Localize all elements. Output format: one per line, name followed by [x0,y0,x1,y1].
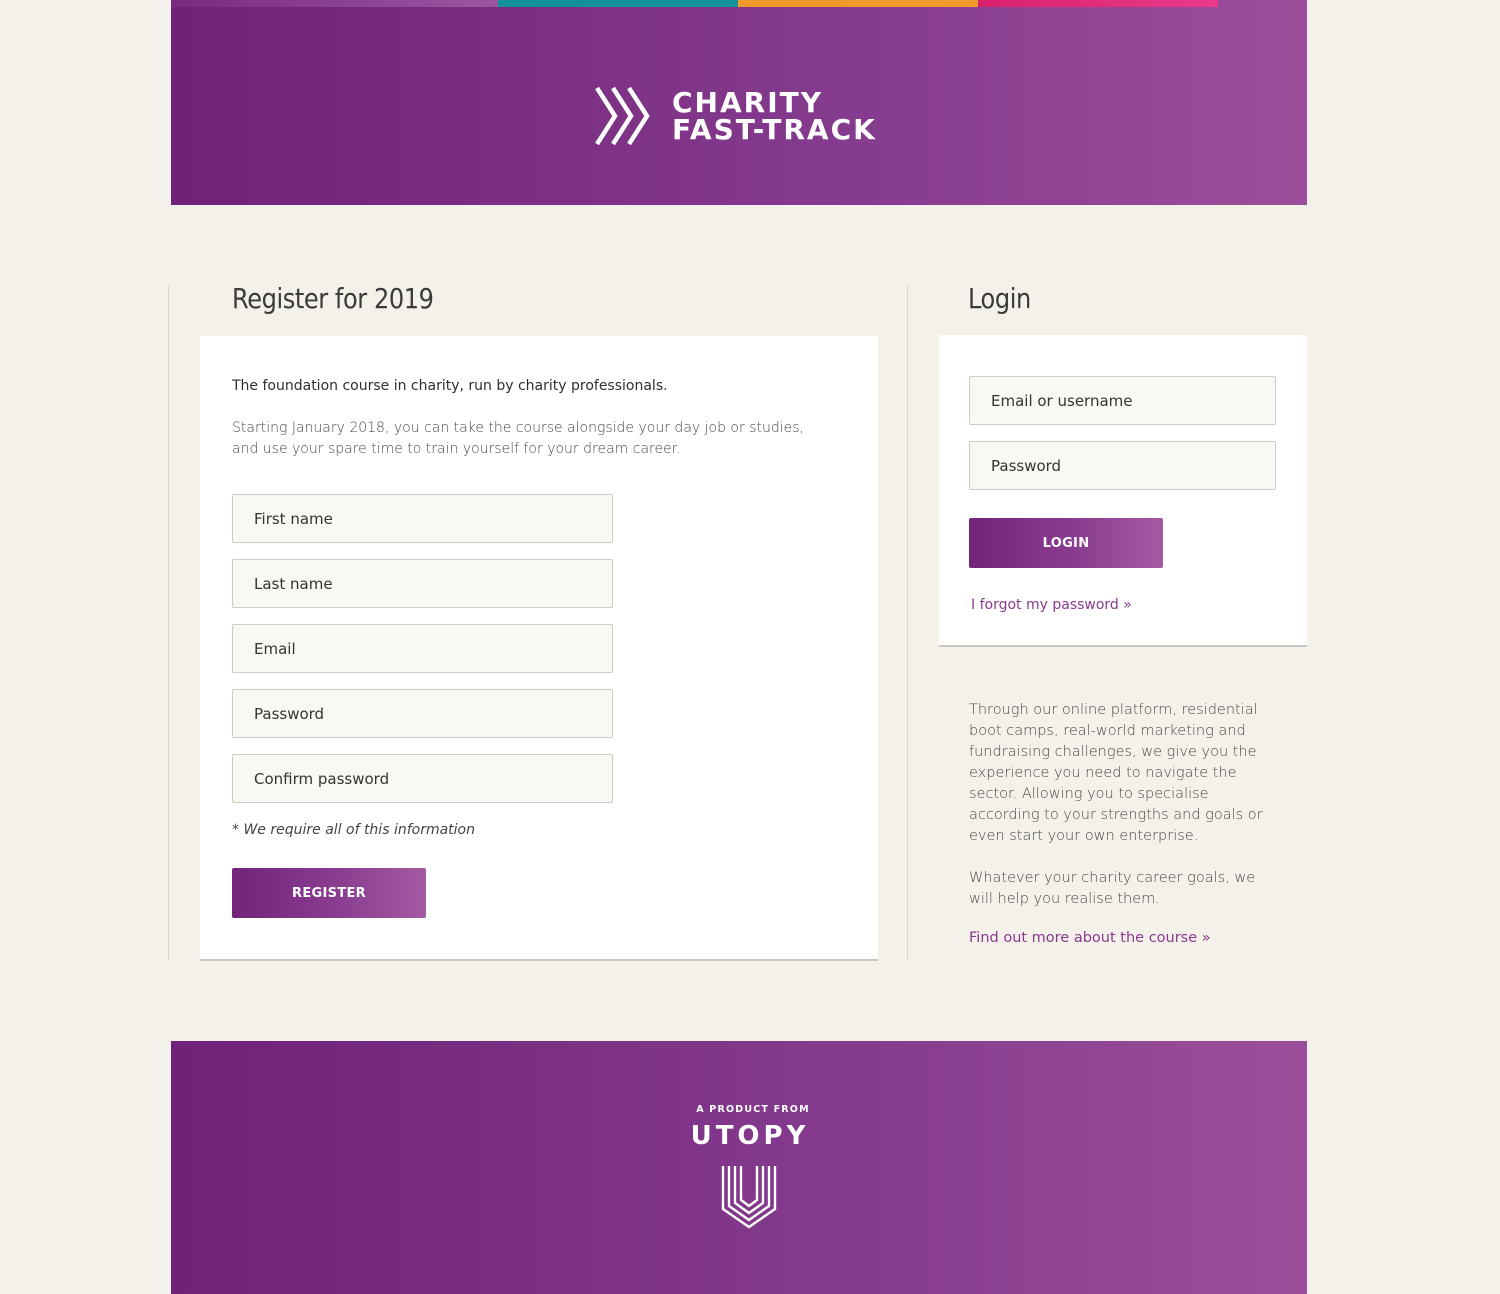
register-card: The foundation course in charity, run by… [200,336,878,959]
brand-wordmark: CHARITY FAST-TRACK [672,86,877,146]
about-paragraph-2: Whatever your charity career goals, we w… [969,870,1256,907]
username-input[interactable]: Email or username [969,376,1276,425]
utopy-wordmark[interactable]: UTOPY [171,1121,1329,1151]
column-divider-left [168,285,169,960]
stripe-segment-purple [171,0,498,7]
first-name-input[interactable]: First name [232,494,613,543]
column-divider-right [907,285,908,960]
login-title: Login [968,282,1031,315]
find-out-more-link[interactable]: Find out more about the course » [969,930,1211,946]
register-title: Register for 2019 [232,282,434,315]
stripe-segment-teal [498,0,738,7]
color-stripe [171,0,1307,7]
register-intro: Starting January 2018, you can take the … [232,420,804,457]
about-paragraph-1: Through our online platform, residential… [969,702,1263,844]
login-password-input[interactable]: Password [969,441,1276,490]
brand-line-1: CHARITY [672,86,824,119]
brand-logo[interactable]: CHARITY FAST-TRACK [593,84,893,148]
password-input[interactable]: Password [232,689,613,738]
stripe-segment-pink [978,0,1218,7]
required-note: * We require all of this information [232,822,475,838]
utopy-u-icon [721,1166,777,1229]
login-button[interactable]: LOGIN [969,518,1163,568]
brand-line-2: FAST-TRACK [672,113,877,146]
stripe-segment-orange [738,0,978,7]
confirm-password-input[interactable]: Confirm password [232,754,613,803]
last-name-input[interactable]: Last name [232,559,613,608]
email-input[interactable]: Email [232,624,613,673]
login-card: Email or username Password LOGIN I forgo… [939,335,1307,645]
register-button[interactable]: REGISTER [232,868,426,918]
about-text: Through our online platform, residential… [969,700,1279,910]
forgot-password-link[interactable]: I forgot my password » [971,597,1132,613]
product-from-label: A PRODUCT FROM [696,1104,810,1115]
register-lead: The foundation course in charity, run by… [232,378,668,394]
chevrons-icon [595,86,650,146]
site-header: CHARITY FAST-TRACK [171,0,1307,205]
site-footer: A PRODUCT FROM UTOPY [171,1041,1307,1294]
